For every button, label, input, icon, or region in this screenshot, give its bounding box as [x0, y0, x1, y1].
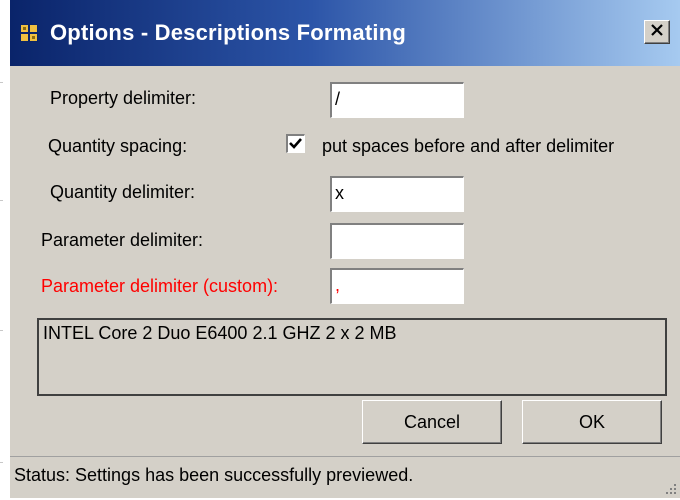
quantity-spacing-checkbox-label[interactable]: put spaces before and after delimiter — [322, 136, 614, 157]
property-delimiter-label: Property delimiter: — [50, 88, 197, 108]
status-text: Status: Settings has been successfully p… — [14, 465, 414, 485]
cancel-button[interactable]: Cancel — [362, 400, 502, 444]
ok-button[interactable]: OK — [522, 400, 662, 444]
app-window-icon — [20, 24, 38, 42]
close-icon — [650, 23, 664, 41]
edge-tick — [0, 82, 3, 83]
quantity-delimiter-label: Quantity delimiter: — [50, 182, 196, 202]
parameter-delimiter-custom-label: Parameter delimiter (custom): — [41, 276, 279, 296]
quantity-delimiter-input[interactable]: x — [330, 176, 464, 212]
close-button[interactable] — [644, 20, 670, 44]
window-title: Options - Descriptions Formating — [50, 20, 406, 45]
title-bar[interactable]: Options - Descriptions Formating — [10, 0, 680, 66]
quantity-spacing-checkbox[interactable] — [286, 134, 305, 153]
options-dialog: Options - Descriptions Formating Propert… — [10, 0, 680, 498]
resize-grip-icon[interactable] — [663, 481, 677, 495]
edge-tick — [0, 462, 3, 463]
background-edge — [0, 0, 10, 497]
description-preview: INTEL Core 2 Duo E6400 2.1 GHZ 2 x 2 MB — [37, 318, 667, 396]
edge-tick — [0, 200, 3, 201]
edge-tick — [0, 330, 3, 331]
parameter-delimiter-input[interactable] — [330, 223, 464, 259]
parameter-delimiter-custom-input[interactable]: , — [330, 268, 464, 304]
parameter-delimiter-label: Parameter delimiter: — [41, 230, 204, 250]
status-bar: Status: Settings has been successfully p… — [10, 456, 680, 498]
property-delimiter-input[interactable]: / — [330, 82, 464, 118]
quantity-spacing-label: Quantity spacing: — [48, 136, 188, 156]
